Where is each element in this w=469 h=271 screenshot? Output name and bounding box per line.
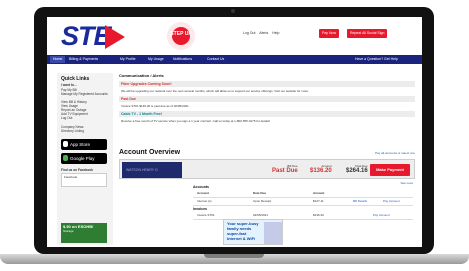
logo-text: STE bbox=[61, 21, 112, 51]
sidebar-link-logout[interactable]: Log Out bbox=[61, 116, 72, 120]
sidebar-link-manage[interactable]: Manage My Registered Accounts bbox=[61, 92, 108, 96]
app-store-label: App Store bbox=[70, 142, 91, 147]
app-store-button[interactable]: App Store bbox=[61, 139, 107, 150]
amount-col: Amount $136.20 bbox=[310, 164, 332, 174]
promo-badge: STEP UP bbox=[167, 22, 195, 50]
col-date: Date Due bbox=[253, 191, 267, 195]
bill-due-status: Past Due bbox=[272, 168, 298, 174]
alert-text-pastdue: Invoice ST01 $136.20 is past due as of 0… bbox=[121, 104, 190, 108]
alert-heading-tv: Cable TV - 1 Month Free! bbox=[119, 111, 415, 117]
row-bill-details-link[interactable]: Bill Details bbox=[353, 199, 367, 203]
alert-text-fiber: We will be upgrading our network over th… bbox=[121, 89, 309, 93]
play-icon bbox=[63, 155, 68, 161]
main-nav: Home Billing & Payments My Profile My Us… bbox=[47, 55, 422, 64]
main-content: Communication / Alerts Fiber Upgrades Co… bbox=[119, 73, 415, 245]
row-account: Internet (s) bbox=[197, 199, 212, 203]
nav-notifications[interactable]: Notifications bbox=[173, 57, 192, 61]
facebook-title: Find us on Facebook bbox=[61, 168, 93, 172]
account-overview-link[interactable]: Pay all accounts or select one bbox=[375, 151, 415, 155]
alert-heading-fiber: Fiber Upgrades Coming Soon! bbox=[119, 81, 415, 87]
sidebar-ad-sub: Storage bbox=[63, 229, 74, 233]
top-links: Log Out Alerts Help bbox=[243, 31, 282, 35]
sidebar: Quick Links I want to... Pay My Bill Man… bbox=[57, 73, 113, 245]
logo-arrow-icon bbox=[105, 25, 125, 49]
google-play-label: Google Play bbox=[70, 156, 95, 161]
accounts-header-row: Account Date Due Amount bbox=[193, 190, 413, 198]
total-due-col: Total Due $264.16 bbox=[346, 164, 368, 174]
accounts-heading: Accounts bbox=[193, 185, 209, 189]
invoice-amount: $136.20 bbox=[313, 213, 324, 217]
account-number: WATSON HENRY G bbox=[122, 162, 182, 178]
promo-image bbox=[264, 222, 282, 244]
row-pay-link[interactable]: Pay Account bbox=[383, 199, 400, 203]
apple-icon bbox=[63, 141, 68, 147]
bill-due-col: Bill Due Past Due bbox=[272, 164, 298, 174]
top-link-help[interactable]: Help bbox=[272, 31, 279, 35]
alert-heading-pastdue: Past Due bbox=[119, 96, 415, 102]
facebook-widget[interactable]: Facebook bbox=[61, 173, 107, 187]
promo-line4: Internet & WiFi bbox=[227, 236, 256, 241]
alerts-title: Communication / Alerts bbox=[119, 73, 164, 78]
account-summary-bar: WATSON HENRY G Bill Due Past Due Amount … bbox=[119, 159, 415, 179]
invoice-account: Invoice ST01 bbox=[197, 213, 215, 217]
invoices-heading: Invoices bbox=[193, 207, 208, 211]
invoice-date: 02/05/2021 bbox=[253, 213, 269, 217]
total-due-value: $264.16 bbox=[346, 168, 368, 174]
nav-home[interactable]: Home bbox=[50, 56, 66, 63]
row-amount: $127.11 bbox=[313, 199, 324, 203]
see-less-link[interactable]: See Less bbox=[400, 181, 413, 185]
signup-button[interactable]: Repeat All Social Sign bbox=[347, 29, 388, 38]
make-payment-button[interactable]: Make Payment bbox=[370, 164, 410, 176]
table-row: Internet (s) Upon Receipt $127.11 Bill D… bbox=[193, 198, 413, 206]
nav-help[interactable]: Have a Question? Get Help bbox=[355, 57, 398, 61]
nav-usage[interactable]: My Usage bbox=[148, 57, 164, 61]
facebook-text: Facebook bbox=[64, 175, 78, 179]
col-account: Account bbox=[197, 191, 209, 195]
col-amount: Amount bbox=[313, 191, 325, 195]
sidebar-subtitle: I want to... bbox=[61, 83, 77, 87]
promo-badge-text: STEP UP bbox=[170, 31, 192, 37]
invoice-pay-link[interactable]: Pay Account bbox=[373, 213, 390, 217]
screen: STE STEP UP Log Out Alerts Help Pay Now … bbox=[47, 17, 422, 247]
account-overview-title: Account Overview bbox=[119, 149, 181, 156]
nav-profile[interactable]: My Profile bbox=[120, 57, 136, 61]
site-header: STE STEP UP Log Out Alerts Help Pay Now … bbox=[47, 17, 422, 55]
amount-value: $136.20 bbox=[310, 168, 332, 174]
top-link-alerts[interactable]: Alerts bbox=[259, 31, 268, 35]
nav-billing[interactable]: Billing & Payments bbox=[69, 57, 98, 61]
laptop-notch bbox=[204, 254, 264, 258]
top-link-logout[interactable]: Log Out bbox=[243, 31, 255, 35]
sidebar-title: Quick Links bbox=[61, 76, 90, 82]
sidebar-ad[interactable]: $.50 on ESOHB! Storage bbox=[61, 223, 107, 243]
promo-banner[interactable]: Your super-busy family needs super-fast … bbox=[223, 219, 283, 245]
alert-text-tv: Receive a free month of TV service when … bbox=[121, 119, 271, 123]
google-play-button[interactable]: Google Play bbox=[61, 153, 107, 164]
sidebar-link-directory[interactable]: Directory Listing bbox=[61, 129, 84, 133]
nav-contact[interactable]: Contact Us bbox=[207, 57, 224, 61]
pay-now-button[interactable]: Pay Now bbox=[319, 29, 340, 38]
camera bbox=[231, 9, 235, 13]
row-date: Upon Receipt bbox=[253, 199, 272, 203]
